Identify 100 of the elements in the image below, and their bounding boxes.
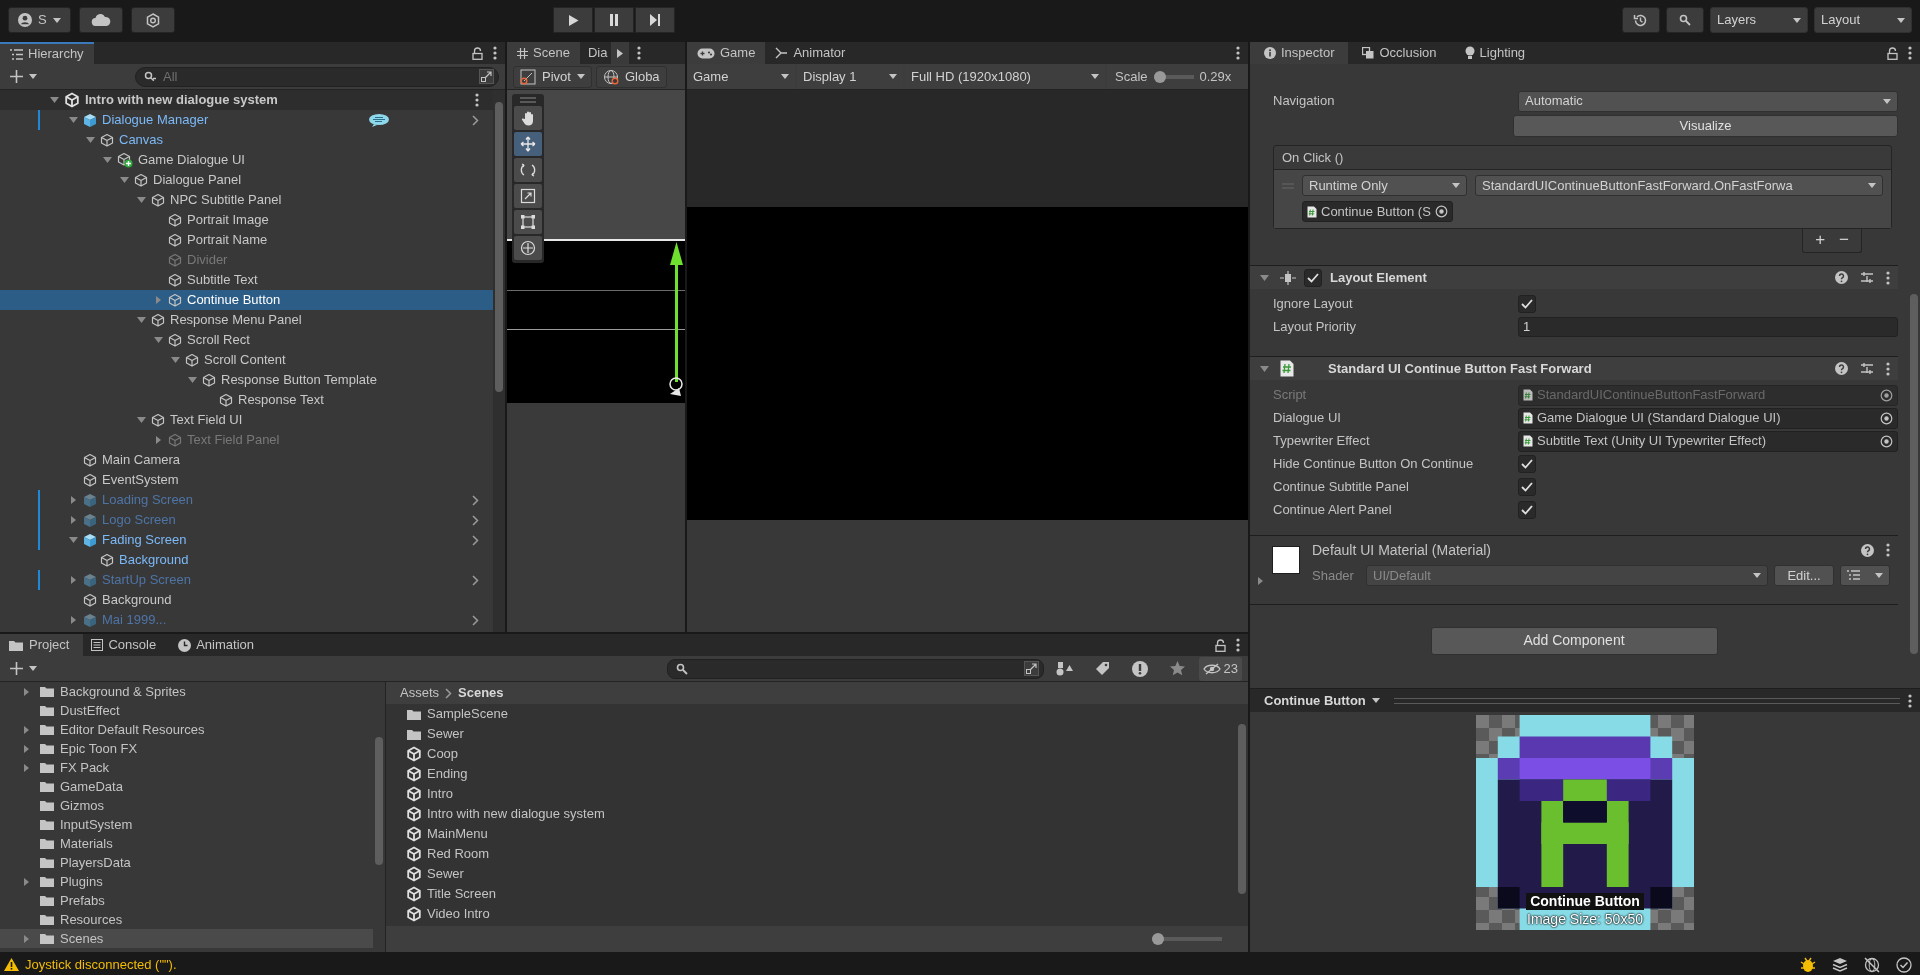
history-button[interactable]	[1622, 7, 1660, 33]
expand-arrow-icon[interactable]	[1258, 272, 1272, 283]
slider-thumb[interactable]	[1152, 933, 1164, 945]
view-tab[interactable]: Game	[687, 42, 766, 64]
step-button[interactable]	[635, 7, 676, 33]
expand-arrow-icon[interactable]	[67, 115, 81, 125]
expand-arrow-icon[interactable]	[152, 335, 166, 345]
breadcrumb-link[interactable]: Scenes	[458, 685, 504, 701]
pivot-dropdown[interactable]: Pivot	[513, 65, 592, 88]
inspector-tab[interactable]: Lighting	[1450, 42, 1540, 64]
asset-row[interactable]: Title Screen	[386, 884, 1236, 904]
check-circle-icon[interactable]	[1896, 956, 1912, 973]
hierarchy-row[interactable]: Subtitle Text	[0, 270, 493, 290]
expand-arrow-icon[interactable]	[135, 315, 149, 325]
version-control-button[interactable]	[130, 7, 175, 33]
lock-icon[interactable]	[472, 46, 483, 60]
folder-row[interactable]: DustEffect	[0, 701, 373, 720]
open-prefab-icon[interactable]	[472, 494, 479, 506]
expand-arrow-icon[interactable]	[1258, 363, 1272, 374]
more-options-icon[interactable]	[1886, 543, 1890, 558]
list-dropdown[interactable]	[1840, 564, 1890, 586]
folder-row[interactable]: Gizmos	[0, 796, 373, 815]
hierarchy-row[interactable]: Text Field UI	[0, 410, 493, 430]
open-prefab-icon[interactable]	[472, 534, 479, 546]
open-prefab-icon[interactable]	[472, 114, 479, 126]
hierarchy-row[interactable]: Scroll Content	[0, 350, 493, 370]
asset-row[interactable]: Intro with new dialogue system	[386, 804, 1236, 824]
stack-icon[interactable]	[1832, 957, 1848, 972]
hierarchy-row[interactable]: Background	[0, 590, 493, 610]
tool-button[interactable]	[514, 106, 542, 130]
more-options-icon[interactable]	[1236, 46, 1240, 60]
folder-row[interactable]: Background & Sprites	[0, 682, 373, 701]
folder-row[interactable]: Resources	[0, 910, 373, 929]
hierarchy-row[interactable]: Response Text	[0, 390, 493, 410]
open-prefab-icon[interactable]	[472, 614, 479, 626]
tool-button[interactable]	[514, 210, 542, 234]
hierarchy-row[interactable]: EventSystem	[0, 470, 493, 490]
scene-tab[interactable]: Scene	[507, 42, 580, 64]
folder-row[interactable]: PlayersData	[0, 853, 373, 872]
component-enabled-checkbox[interactable]	[1304, 268, 1322, 287]
checkbox[interactable]	[1518, 478, 1536, 496]
more-options-icon[interactable]	[1236, 638, 1240, 652]
asset-row[interactable]: SampleScene	[386, 704, 1236, 724]
expand-arrow-icon[interactable]	[135, 415, 149, 425]
help-icon[interactable]	[1835, 362, 1848, 375]
object-picker-icon[interactable]	[1434, 205, 1448, 218]
hierarchy-row[interactable]: Portrait Image	[0, 210, 493, 230]
object-picker-icon[interactable]	[1880, 434, 1893, 448]
more-tabs-button[interactable]	[611, 42, 630, 64]
checkbox[interactable]	[1518, 501, 1536, 519]
asset-row[interactable]: Coop	[386, 744, 1236, 764]
play-button[interactable]	[553, 7, 594, 33]
hierarchy-row[interactable]: NPC Subtitle Panel	[0, 190, 493, 210]
hierarchy-row[interactable]: Continue Button	[0, 290, 493, 310]
more-options-icon[interactable]	[1908, 46, 1912, 60]
layers-dropdown[interactable]: Layers	[1710, 7, 1808, 33]
edit-button[interactable]: Edit...	[1774, 564, 1834, 586]
asset-row[interactable]: Sewer	[386, 724, 1236, 744]
scene-tab[interactable]: Dia	[579, 42, 612, 64]
pause-button[interactable]	[594, 7, 635, 33]
preview-title-dropdown[interactable]: Continue Button	[1258, 690, 1386, 711]
cloud-button[interactable]	[78, 7, 123, 33]
component-header[interactable]: Layout Element	[1250, 265, 1898, 289]
asset-row[interactable]: MainMenu	[386, 824, 1236, 844]
remove-button[interactable]: −	[1839, 231, 1849, 248]
hierarchy-tab[interactable]: Hierarchy	[0, 42, 94, 64]
hierarchy-row[interactable]: Fading Screen	[0, 530, 493, 550]
folder-row[interactable]: Editor Default Resources	[0, 720, 373, 739]
number-field[interactable]: 1	[1518, 317, 1898, 337]
open-prefab-icon[interactable]	[472, 574, 479, 586]
search-button[interactable]	[1666, 7, 1704, 33]
expand-search-icon[interactable]	[479, 69, 494, 84]
asset-row[interactable]: Video Intro	[386, 904, 1236, 924]
visualize-button[interactable]: Visualize	[1513, 115, 1898, 137]
tool-button[interactable]	[514, 158, 542, 182]
hierarchy-row[interactable]: Game Dialogue UI	[0, 150, 493, 170]
folder-row[interactable]: Materials	[0, 834, 373, 853]
more-options-icon[interactable]	[1886, 361, 1890, 376]
open-prefab-icon[interactable]	[472, 514, 479, 526]
expand-arrow-icon[interactable]	[118, 175, 132, 185]
folder-row[interactable]: Epic Toon FX	[0, 739, 373, 758]
function-dropdown[interactable]: StandardUIContinueButtonFastForward.OnFastForwa	[1475, 175, 1883, 196]
hierarchy-row[interactable]: Dialogue Panel	[0, 170, 493, 190]
object-field[interactable]: Game Dialogue UI (Standard Dialogue UI)	[1518, 407, 1898, 429]
lock-icon[interactable]	[1887, 46, 1898, 60]
expand-search-icon[interactable]	[1024, 661, 1039, 676]
hierarchy-row[interactable]: Response Button Template	[0, 370, 493, 390]
hierarchy-row[interactable]: Portrait Name	[0, 230, 493, 250]
inspector-tab[interactable]: Occlusion	[1348, 42, 1451, 64]
more-options-icon[interactable]	[493, 46, 497, 60]
drag-handle-icon[interactable]	[519, 96, 537, 104]
more-options-icon[interactable]	[1908, 693, 1912, 708]
tool-button[interactable]	[514, 184, 542, 208]
object-picker-icon[interactable]	[1880, 411, 1893, 425]
move-gizmo-drawing[interactable]	[669, 242, 683, 396]
account-dropdown[interactable]: S	[8, 7, 71, 33]
status-message[interactable]: Joystick disconnected ("").	[25, 956, 177, 973]
add-button[interactable]: +	[1815, 231, 1826, 248]
hierarchy-row[interactable]: Scroll Rect	[0, 330, 493, 350]
hierarchy-row[interactable]: Response Menu Panel	[0, 310, 493, 330]
